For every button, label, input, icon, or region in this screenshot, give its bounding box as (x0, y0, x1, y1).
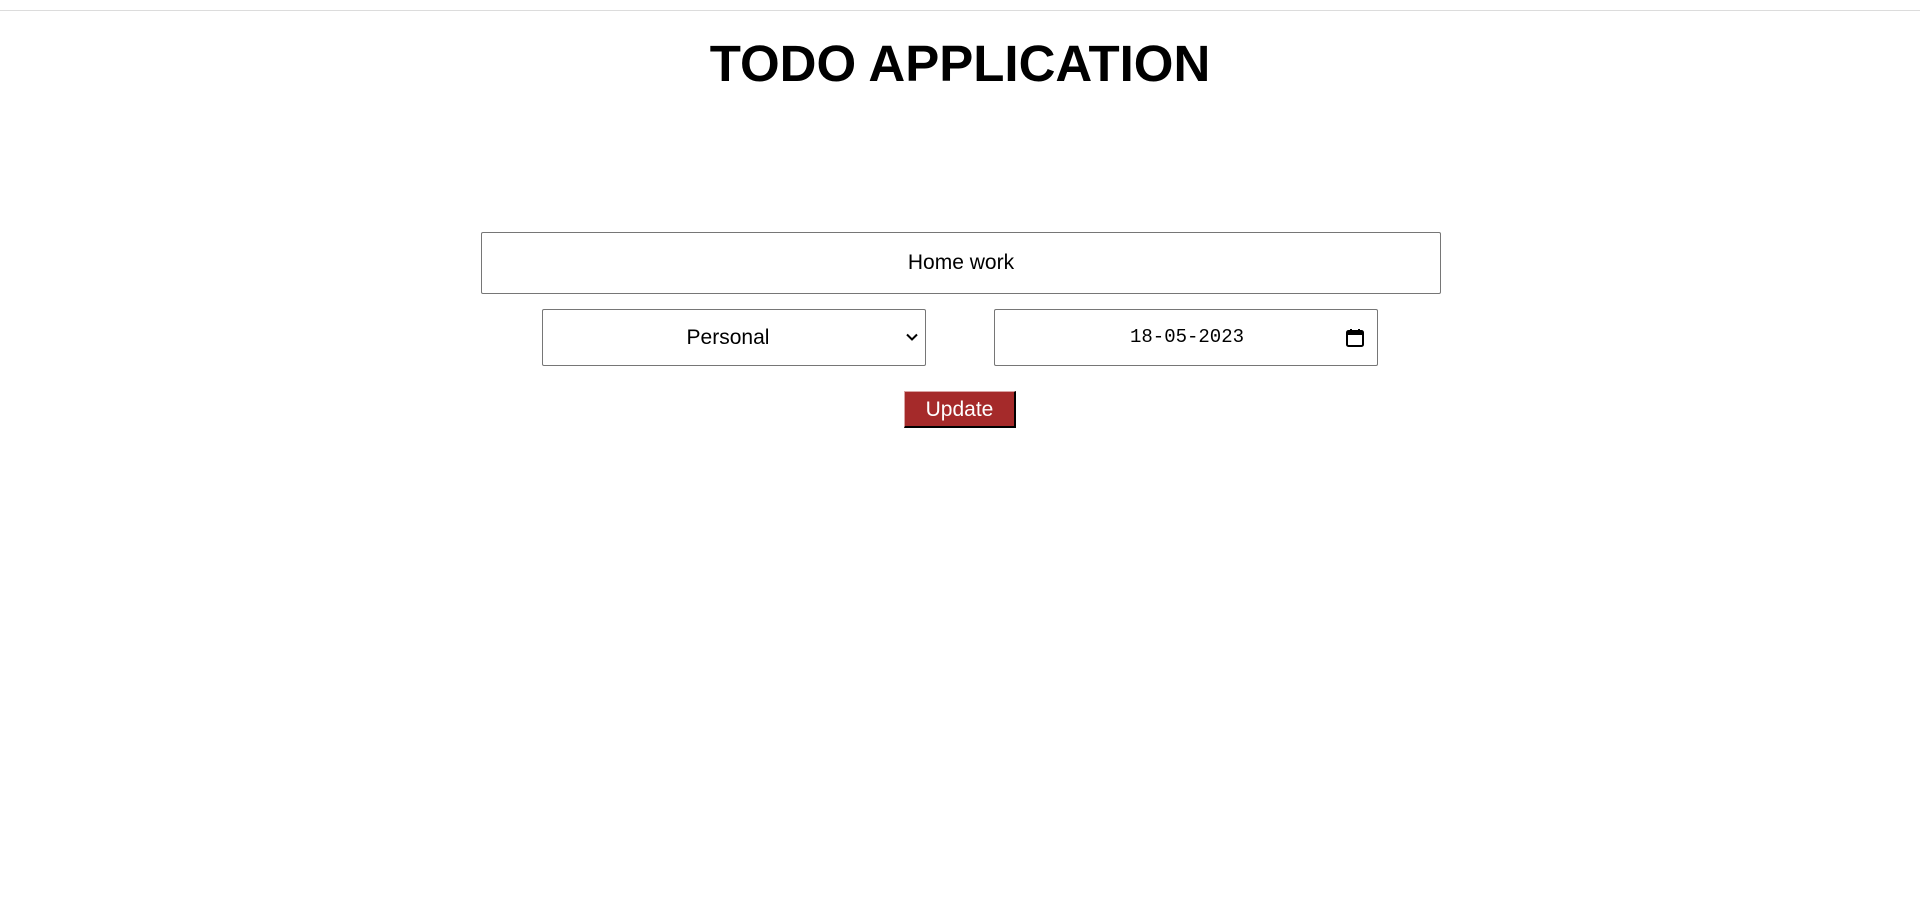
date-input-value: 18-05-2023 (1129, 326, 1245, 348)
chevron-down-icon (906, 333, 918, 341)
date-input[interactable]: 18-05-2023 (994, 309, 1378, 366)
update-button[interactable]: Update (904, 391, 1016, 428)
category-select-value: Personal (686, 326, 770, 349)
category-select[interactable]: Personal (542, 309, 926, 366)
top-divider (0, 10, 1920, 11)
page-title: TODO APPLICATION (709, 35, 1211, 92)
task-input[interactable] (481, 232, 1441, 294)
calendar-icon[interactable] (1346, 329, 1364, 347)
